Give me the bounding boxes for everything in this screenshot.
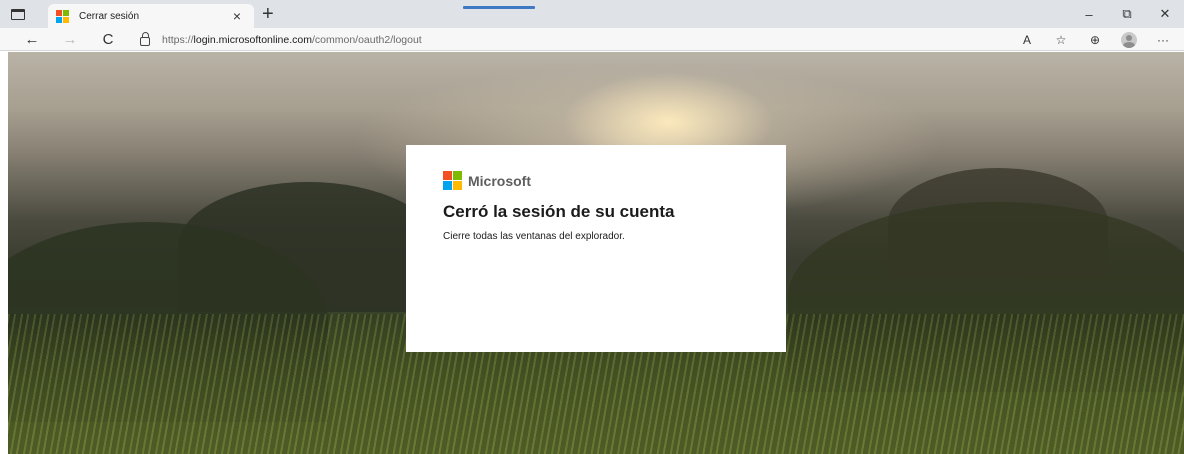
window-controls: – ⧉ ✕ [1070,0,1184,28]
forward-button[interactable]: → [56,28,84,51]
maximize-button[interactable]: ⧉ [1108,0,1146,28]
minimize-button[interactable]: – [1070,0,1108,28]
favorites-icon: ☆ [1055,32,1067,47]
profile-button[interactable] [1114,28,1144,51]
tab-active[interactable]: Cerrar sesión × [48,4,254,28]
url-prefix: https:// [162,33,194,46]
microsoft-logo-icon [443,171,462,190]
favorites-button[interactable]: ☆ [1046,28,1076,51]
more-icon: ··· [1157,32,1169,47]
collections-button[interactable]: ⊕ [1080,28,1110,51]
toolbar-right: A ☆ ⊕ ··· [1008,28,1178,51]
signout-card: Microsoft Cerró la sesión de su cuenta C… [406,145,786,352]
url-text[interactable]: https://login.microsoftonline.com/common… [162,34,422,46]
read-aloud-button[interactable]: A [1012,28,1042,51]
signout-description: Cierre todas las ventanas del explorador… [443,231,625,242]
tab-actions-button[interactable] [0,0,36,28]
more-button[interactable]: ··· [1148,28,1178,51]
url-path: /common/oauth2/logout [311,33,422,46]
refresh-button[interactable]: C [94,28,122,51]
back-button[interactable]: ← [18,28,46,51]
url-field[interactable]: https://login.microsoftonline.com/common… [140,30,422,49]
microsoft-logo: Microsoft [443,171,786,190]
brand-name: Microsoft [468,172,531,189]
close-window-button[interactable]: ✕ [1146,0,1184,28]
page-title: Cerró la sesión de su cuenta [443,202,675,221]
collections-icon: ⊕ [1089,32,1101,47]
address-bar: ← → C https://login.microsoftonline.com/… [0,28,1184,51]
tab-actions-icon [11,8,25,20]
tab-title: Cerrar sesión [79,10,140,22]
tab-close-icon[interactable]: × [228,9,246,23]
microsoft-favicon-icon [56,9,69,23]
page-background: Microsoft Cerró la sesión de su cuenta C… [8,52,1184,454]
new-tab-button[interactable]: + [262,3,274,25]
read-aloud-icon: A [1022,32,1031,47]
drag-region-indicator [463,6,535,9]
url-host: login.microsoftonline.com [193,33,312,46]
tab-bar: Cerrar sesión × + – ⧉ ✕ [0,0,1184,28]
lock-icon[interactable] [140,31,150,46]
avatar [1121,31,1137,48]
